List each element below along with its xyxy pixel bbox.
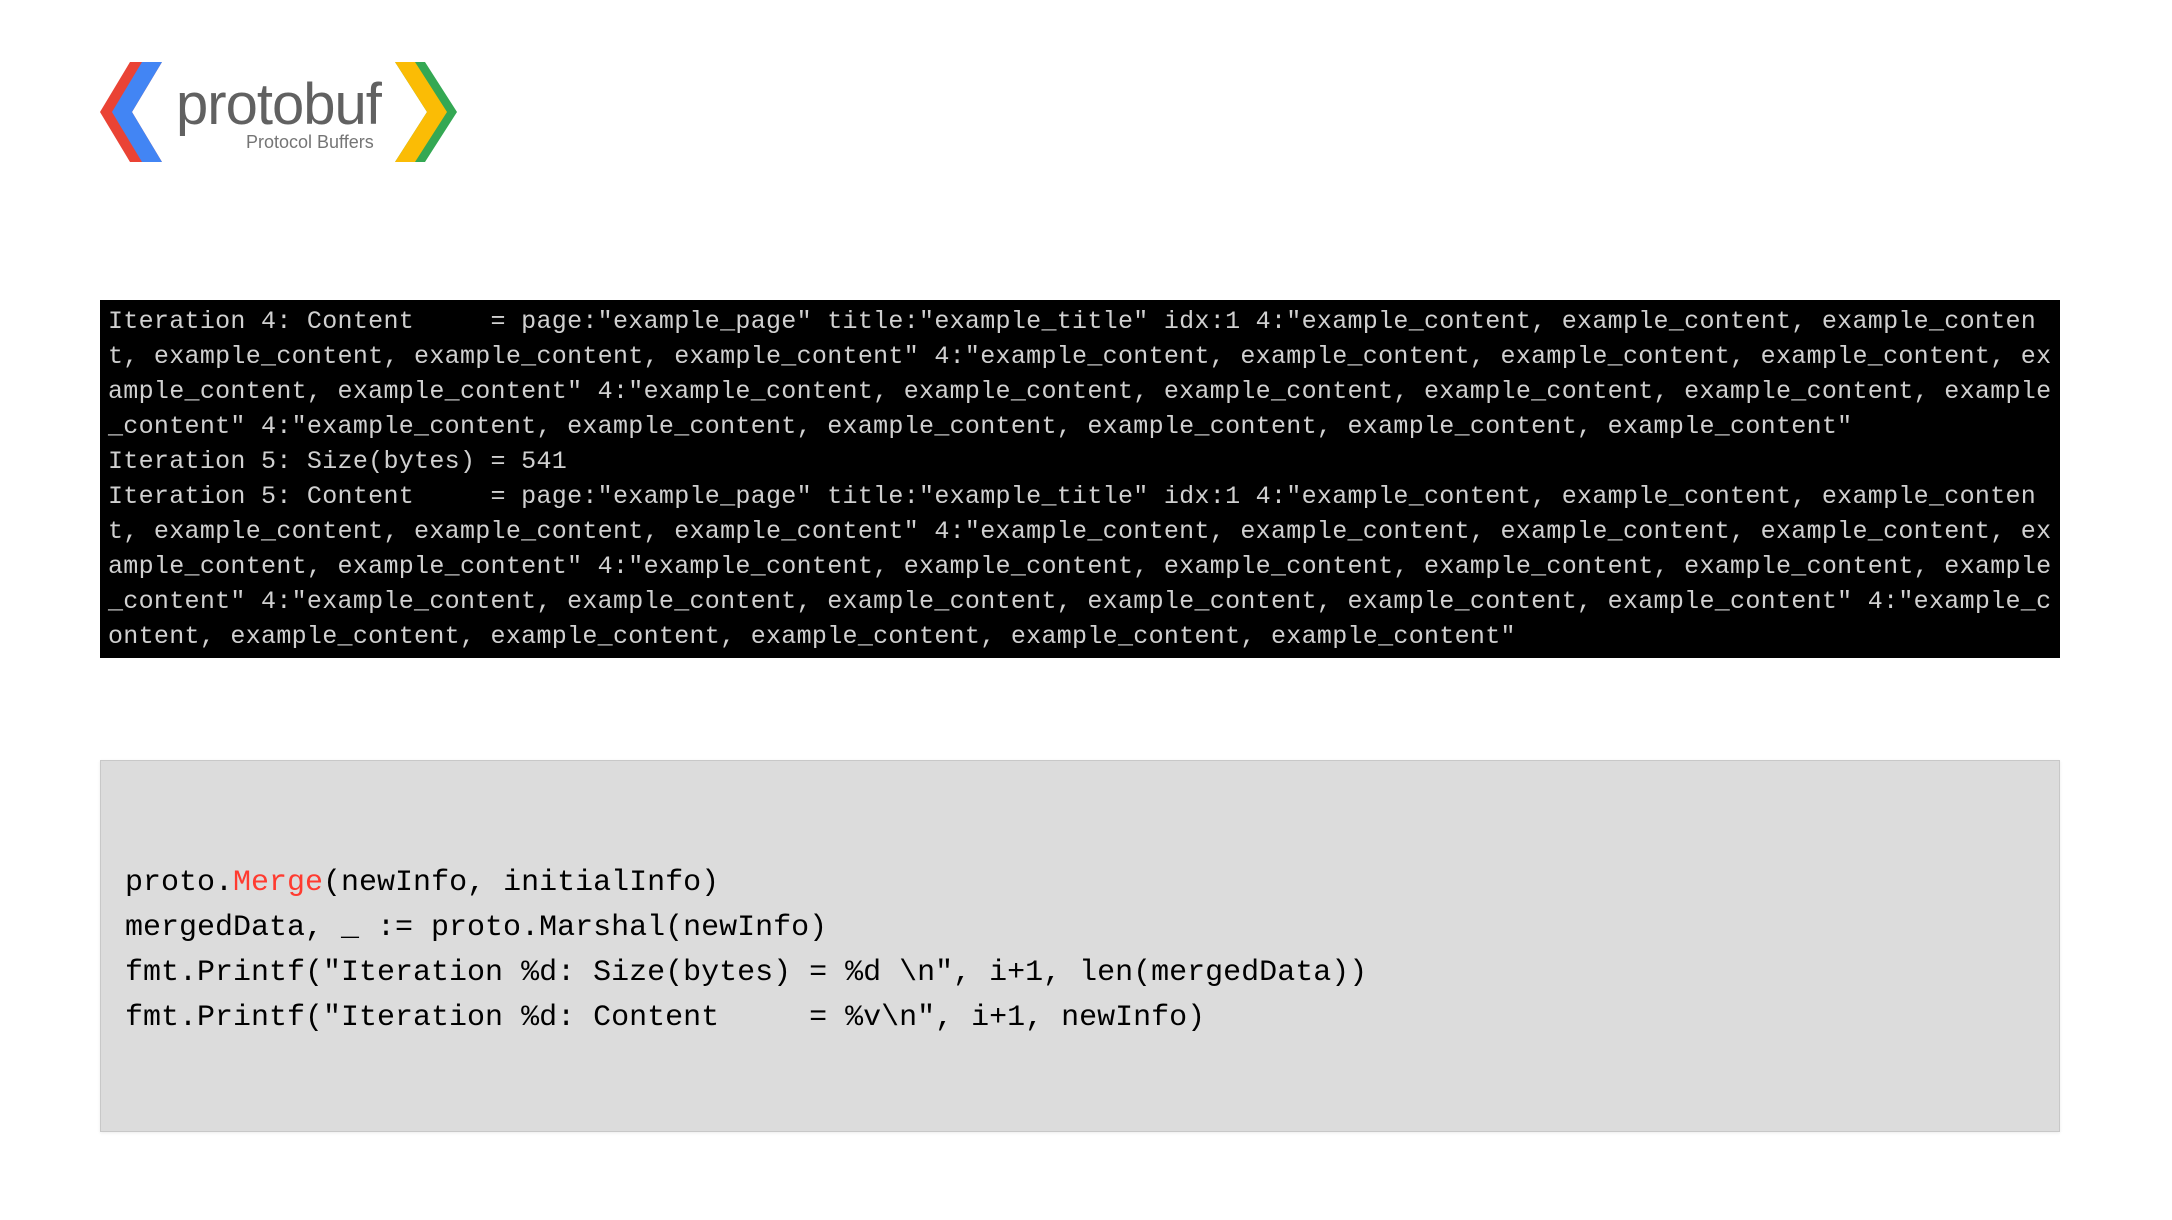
logo-word: protobuf bbox=[176, 71, 381, 138]
code-l2: mergedData, _ := proto.Marshal(newInfo) bbox=[125, 911, 827, 945]
logo-text: protobuf Protocol Buffers bbox=[176, 71, 381, 153]
logo-area: protobuf Protocol Buffers bbox=[100, 62, 457, 162]
code-l1-post: (newInfo, initialInfo) bbox=[323, 866, 719, 900]
code-l1-pre: proto. bbox=[125, 866, 233, 900]
chevron-right-icon bbox=[395, 62, 457, 162]
code-l3: fmt.Printf("Iteration %d: Size(bytes) = … bbox=[125, 956, 1367, 990]
code-l1-merge: Merge bbox=[233, 866, 323, 900]
logo-subtitle: Protocol Buffers bbox=[246, 132, 381, 153]
code-l4: fmt.Printf("Iteration %d: Content = %v\n… bbox=[125, 1001, 1205, 1035]
code-block: proto.Merge(newInfo, initialInfo) merged… bbox=[100, 760, 2060, 1132]
chevron-left-icon bbox=[100, 62, 162, 162]
terminal-text: Iteration 4: Content = page:"example_pag… bbox=[108, 307, 2051, 651]
terminal-output: Iteration 4: Content = page:"example_pag… bbox=[100, 300, 2060, 658]
